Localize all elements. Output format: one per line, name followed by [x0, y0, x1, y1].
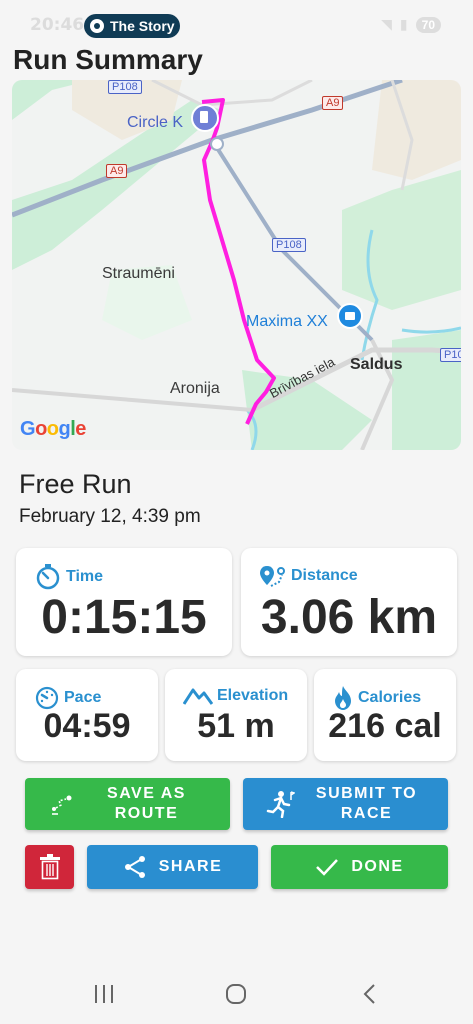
media-icon: [90, 19, 104, 33]
system-nav-bar: [0, 964, 473, 1024]
share-label: SHARE: [158, 858, 223, 875]
stat-value-pace: 04:59: [43, 707, 131, 745]
stat-card-calories: Calories 216 cal: [314, 669, 456, 761]
stat-card-pace: Pace 04:59: [16, 669, 158, 761]
wifi-icon: ◥: [381, 16, 392, 32]
battery-badge: 70: [415, 16, 441, 33]
mountain-icon: [183, 688, 213, 705]
media-pill[interactable]: The Story: [84, 14, 180, 38]
status-bar: 20:46 The Story ◥ ▮ 70: [0, 0, 473, 46]
map-canvas: [12, 80, 461, 450]
status-time: 20:46: [30, 15, 85, 35]
stat-card-time: Time 0:15:15: [16, 548, 232, 656]
stopwatch-icon: [36, 564, 60, 590]
stat-value-calories: 216 cal: [328, 707, 442, 745]
stat-label: Time: [66, 568, 104, 585]
stat-header-elevation: Elevation: [183, 685, 288, 707]
done-label: DONE: [351, 858, 404, 875]
status-icons: ◥ ▮ 70: [381, 16, 441, 33]
stat-value-distance: 3.06 km: [260, 591, 438, 644]
map-label-straumeni: Straumēni: [102, 265, 175, 282]
done-button[interactable]: DONE: [271, 845, 448, 889]
share-button[interactable]: SHARE: [87, 845, 258, 889]
road-shield: P108: [108, 80, 142, 94]
trash-icon: [39, 854, 60, 880]
recent-apps-icon[interactable]: [92, 982, 116, 1006]
check-icon: [316, 859, 339, 876]
delete-button[interactable]: [25, 845, 74, 889]
signal-icon: ▮: [399, 16, 408, 32]
stat-label: Pace: [64, 689, 102, 706]
save-as-route-button[interactable]: SAVE AS ROUTE: [25, 778, 230, 830]
home-icon[interactable]: [224, 982, 248, 1006]
route-map[interactable]: P108 A9 A9 P108 P10 Circle K Straumēni M…: [12, 80, 461, 450]
map-label-maxima: Maxima XX: [246, 313, 328, 330]
google-logo: Google: [20, 418, 86, 440]
stat-header-time: Time: [34, 564, 103, 590]
stat-label: Elevation: [217, 687, 289, 704]
map-label-circle-k: Circle K: [127, 114, 184, 131]
submit-to-race-button[interactable]: SUBMIT TO RACE: [243, 778, 448, 830]
run-date: February 12, 4:39 pm: [19, 506, 201, 527]
stat-label: Calories: [358, 689, 422, 706]
media-pill-text: The Story: [110, 18, 175, 34]
stat-label: Distance: [291, 567, 358, 584]
route-save-icon: [51, 795, 71, 815]
stat-value-time: 0:15:15: [41, 591, 207, 644]
road-shield: P108: [272, 238, 306, 252]
road-shield: P10: [440, 348, 461, 362]
run-name: Free Run: [19, 469, 132, 499]
stat-value-elevation: 51 m: [197, 707, 275, 745]
submit-to-race-label: SUBMIT TO RACE: [315, 785, 418, 822]
road-shield: A9: [322, 96, 344, 110]
runner-icon: [266, 791, 295, 818]
map-pin-route-icon: [260, 566, 285, 587]
map-label-aronija: Aronija: [170, 380, 220, 397]
back-icon[interactable]: [358, 982, 382, 1006]
road-shield: A9: [106, 164, 128, 178]
save-as-route-label: SAVE AS ROUTE: [107, 785, 186, 822]
page-title: Run Summary: [13, 44, 203, 75]
stat-header-distance: Distance: [259, 564, 358, 588]
stat-card-elevation: Elevation 51 m: [165, 669, 307, 761]
map-label-saldus: Saldus: [350, 356, 403, 373]
stat-card-distance: Distance 3.06 km: [241, 548, 457, 656]
share-icon: [124, 856, 145, 878]
